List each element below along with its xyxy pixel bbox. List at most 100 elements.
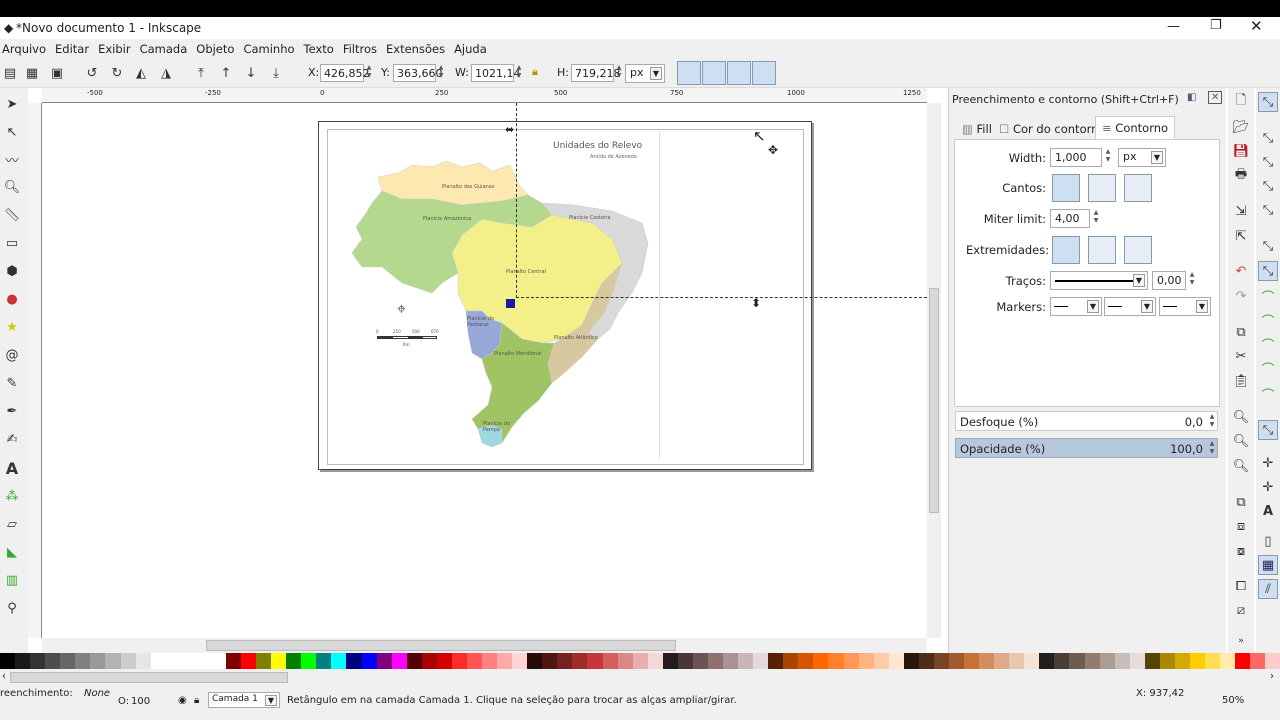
palette-scroll-left-icon[interactable]: ‹ xyxy=(2,671,6,682)
miter-limit-spinner[interactable]: ▲ ▼ xyxy=(1091,209,1101,227)
tab-stroke-style[interactable]: ≡ Contorno xyxy=(1095,116,1176,140)
start-marker-select[interactable]: ▼ xyxy=(1050,297,1102,316)
horizontal-guide[interactable] xyxy=(516,297,927,298)
palette-swatch[interactable] xyxy=(888,653,904,669)
dash-offset-spinner[interactable]: ▲ ▼ xyxy=(1187,271,1197,289)
palette-swatch[interactable] xyxy=(1235,653,1251,669)
zoom-level[interactable]: 50% xyxy=(1222,695,1244,706)
palette-swatch[interactable] xyxy=(587,653,603,669)
palette-swatch[interactable] xyxy=(1265,653,1280,669)
blur-slider[interactable]: Desfoque (%) 0,0 ▲ ▼ xyxy=(955,411,1218,431)
more-chevron-icon[interactable]: » xyxy=(1231,631,1251,651)
menu-texto[interactable]: Texto xyxy=(304,42,334,56)
maximize-button[interactable]: ❐ xyxy=(1210,18,1222,33)
miter-limit-input[interactable]: 4,00 xyxy=(1050,209,1090,228)
palette-swatch[interactable] xyxy=(572,653,588,669)
palette-swatch[interactable] xyxy=(286,653,302,669)
palette-swatch[interactable] xyxy=(647,653,663,669)
zoom-tool-icon[interactable]: 🔍︎ xyxy=(2,177,22,197)
palette-swatch[interactable] xyxy=(542,653,558,669)
open-icon[interactable]: 📂︎ xyxy=(1231,117,1251,137)
palette-swatch[interactable] xyxy=(1114,653,1130,669)
vertical-guide[interactable] xyxy=(516,103,517,298)
width-spinner[interactable]: ▲ ▼ xyxy=(1103,148,1113,166)
measure-tool-icon[interactable]: 📏︎ xyxy=(2,205,22,225)
snap-others-icon[interactable]: ⤡ xyxy=(1258,420,1278,440)
panel-close-icon[interactable]: ✕ xyxy=(1208,91,1223,104)
palette-swatch[interactable] xyxy=(361,653,377,669)
palette-swatch[interactable] xyxy=(256,653,272,669)
selector-tool-icon[interactable]: ➤ xyxy=(2,94,22,114)
palette-swatch[interactable] xyxy=(768,653,784,669)
palette-swatch[interactable] xyxy=(0,653,16,669)
deselect-icon[interactable]: ▣ xyxy=(47,63,67,83)
dropper-tool-icon[interactable]: ⚲ xyxy=(2,598,22,618)
cut-icon[interactable]: ✂ xyxy=(1231,346,1251,366)
select-all-layers-icon[interactable]: ▦ xyxy=(22,63,42,83)
snap-midpoint-icon[interactable]: ⌒ xyxy=(1258,384,1278,404)
palette-swatch[interactable] xyxy=(723,653,739,669)
transform-patterns-toggle-icon[interactable] xyxy=(752,61,776,85)
palette-swatch[interactable] xyxy=(271,653,287,669)
palette-swatch[interactable] xyxy=(135,653,151,669)
palette-swatch[interactable] xyxy=(1220,653,1236,669)
tweak-tool-icon[interactable]: 〰 xyxy=(2,149,22,169)
rotate-ccw-icon[interactable]: ↺ xyxy=(82,63,102,83)
unlink-clone-icon[interactable]: ⧇ xyxy=(1231,541,1251,561)
snap-toggle-icon[interactable]: ⤡ xyxy=(1258,92,1278,112)
pen-tool-icon[interactable]: ✒ xyxy=(2,401,22,421)
w-input[interactable]: 1021,14 xyxy=(471,64,521,82)
palette-swatch[interactable] xyxy=(512,653,528,669)
palette-swatch[interactable] xyxy=(1144,653,1160,669)
palette-swatch[interactable] xyxy=(165,653,181,669)
raise-icon[interactable]: ↑ xyxy=(216,63,236,83)
palette-swatch[interactable] xyxy=(90,653,106,669)
rectangle-tool-icon[interactable]: ▭ xyxy=(2,233,22,253)
palette-swatch[interactable] xyxy=(873,653,889,669)
scale-stroke-toggle-icon[interactable] xyxy=(677,61,701,85)
menu-camada[interactable]: Camada xyxy=(140,42,188,56)
snap-text-baseline-icon[interactable]: A xyxy=(1258,501,1278,521)
palette-scroll-right-icon[interactable]: › xyxy=(1270,671,1274,682)
snap-grid-icon[interactable]: ▦ xyxy=(1258,555,1278,575)
palette-swatch[interactable] xyxy=(241,653,257,669)
palette-swatch[interactable] xyxy=(195,653,211,669)
mid-marker-select[interactable]: ▼ xyxy=(1104,297,1156,316)
export-icon[interactable]: ⇱ xyxy=(1231,226,1251,246)
x-input[interactable]: 426,852 xyxy=(320,64,370,82)
palette-swatch[interactable] xyxy=(316,653,332,669)
lock-icon[interactable]: 🔒︎ xyxy=(532,65,538,79)
group-icon[interactable]: ⧠ xyxy=(1231,576,1251,596)
lower-to-bottom-icon[interactable]: ⤓ xyxy=(266,63,286,83)
palette-swatch[interactable] xyxy=(557,653,573,669)
palette-swatch[interactable] xyxy=(903,653,919,669)
palette-swatch[interactable] xyxy=(482,653,498,669)
save-icon[interactable]: 💾︎ xyxy=(1231,141,1251,161)
palette-swatch[interactable] xyxy=(436,653,452,669)
menu-arquivo[interactable]: Arquivo xyxy=(2,42,46,56)
opacity-spinner[interactable]: ▲ ▼ xyxy=(1207,440,1217,458)
new-document-icon[interactable]: 🗋︎ xyxy=(1231,92,1251,112)
palette-swatch[interactable] xyxy=(60,653,76,669)
spray-tool-icon[interactable]: ⁂ xyxy=(2,486,22,506)
snap-intersection-icon[interactable]: ⌒ xyxy=(1258,310,1278,330)
palette-swatch[interactable] xyxy=(753,653,769,669)
bevel-join-button[interactable] xyxy=(1124,174,1152,202)
menu-extensoes[interactable]: Extensões xyxy=(386,42,445,56)
end-marker-select[interactable]: ▼ xyxy=(1159,297,1211,316)
palette-swatch[interactable] xyxy=(180,653,196,669)
rotate-cw-icon[interactable]: ↻ xyxy=(107,63,127,83)
bucket-tool-icon[interactable]: ◣ xyxy=(2,542,22,562)
snap-rotation-center-icon[interactable]: ✛ xyxy=(1258,477,1278,497)
round-cap-button[interactable] xyxy=(1088,236,1116,264)
eraser-tool-icon[interactable]: ▱ xyxy=(2,514,22,534)
scale-corners-toggle-icon[interactable] xyxy=(702,61,726,85)
palette-swatch[interactable] xyxy=(331,653,347,669)
flip-vertical-icon[interactable]: ◮ xyxy=(156,63,176,83)
palette-swatch[interactable] xyxy=(918,653,934,669)
ellipse-tool-icon[interactable]: ● xyxy=(2,289,22,309)
menu-caminho[interactable]: Caminho xyxy=(243,42,294,56)
snap-center-icon[interactable]: ✛ xyxy=(1258,453,1278,473)
palette-swatch[interactable] xyxy=(150,653,166,669)
palette-swatch[interactable] xyxy=(1084,653,1100,669)
